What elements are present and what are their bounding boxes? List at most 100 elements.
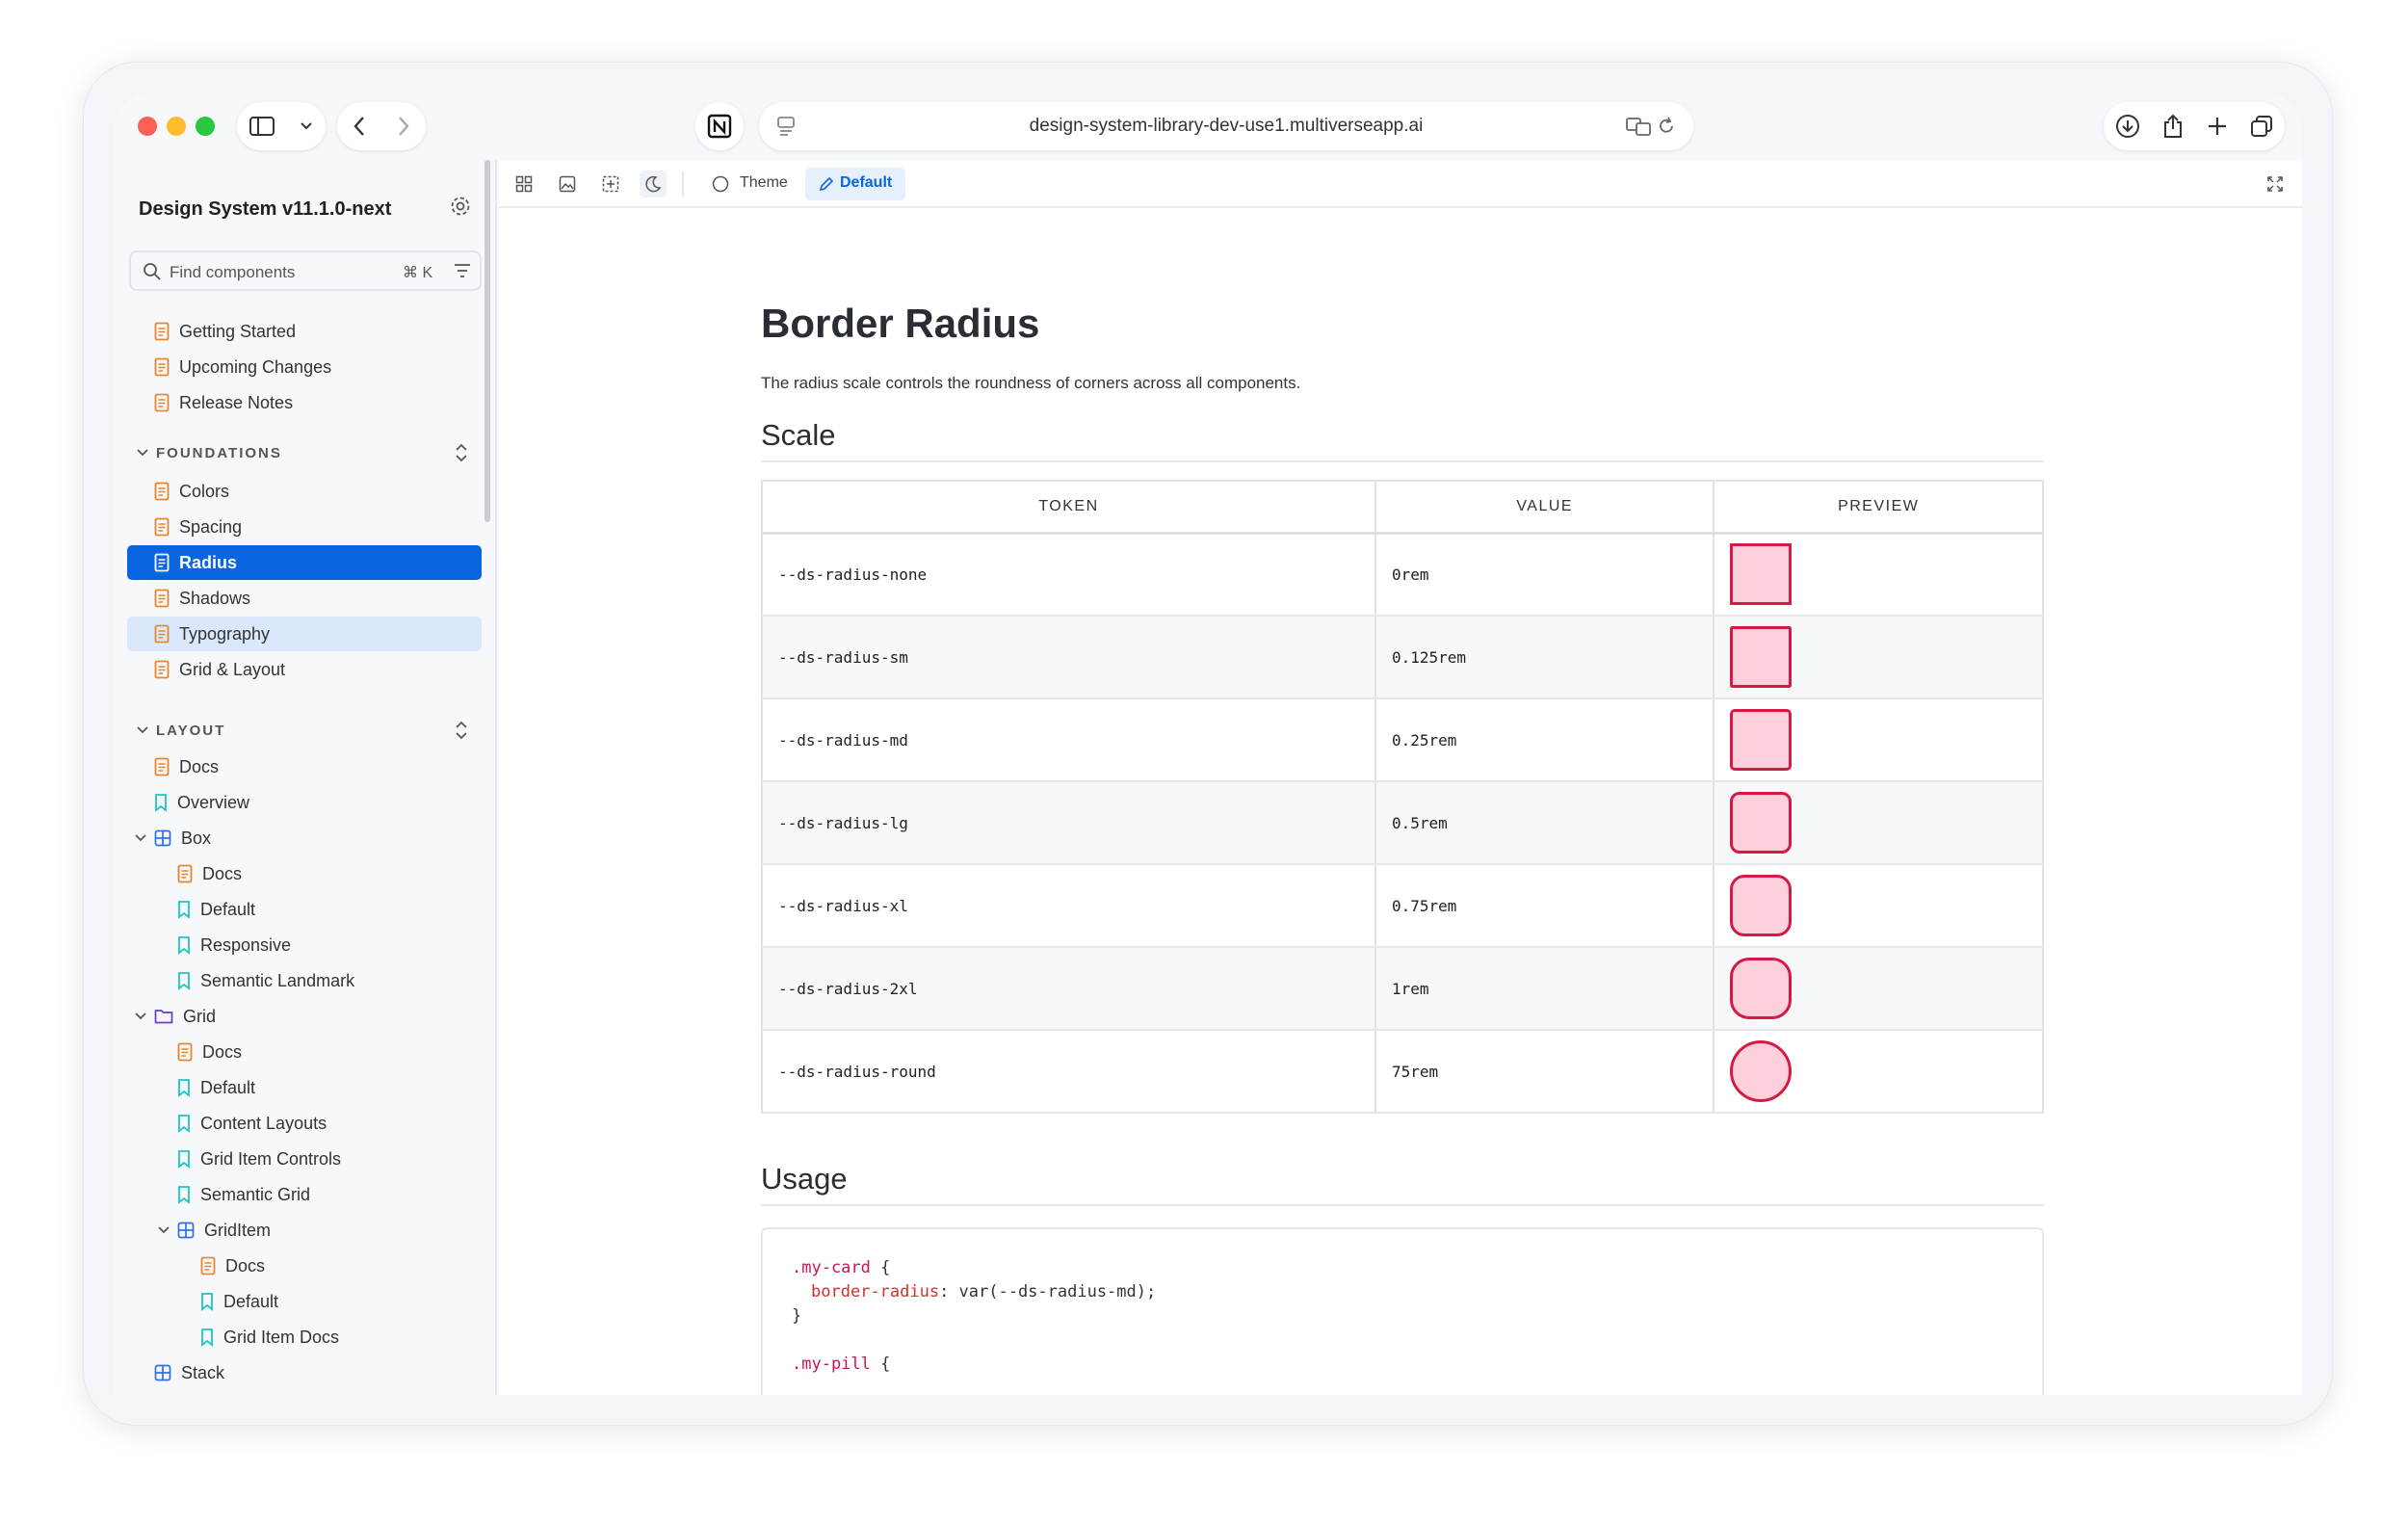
filter-icon[interactable] (453, 262, 472, 279)
value-cell: 0.75rem (1374, 864, 1715, 948)
sidebar-item-spacing[interactable]: Spacing (127, 510, 482, 544)
document-icon (154, 589, 170, 608)
chevron-down-icon[interactable] (135, 834, 146, 842)
navigation-buttons (337, 102, 426, 150)
token-cell: --ds-radius-round (762, 1030, 1376, 1114)
back-arrow-icon[interactable] (353, 116, 366, 137)
search-icon (143, 262, 162, 281)
token-cell: --ds-radius-none (762, 533, 1376, 617)
minimize-window-button[interactable] (167, 117, 186, 136)
notion-extension-button[interactable] (695, 102, 744, 150)
new-tab-icon[interactable] (2207, 116, 2228, 137)
outline-icon[interactable] (597, 171, 624, 197)
tab-overview-icon[interactable] (2250, 115, 2273, 138)
bookmark-icon (177, 900, 191, 919)
document-icon (154, 553, 170, 572)
token-cell: --ds-radius-2xl (762, 947, 1376, 1031)
preview-cell (1714, 781, 2044, 865)
sidebar-item-release-notes[interactable]: Release Notes (127, 385, 482, 420)
canvas-toolbar: Theme Default (499, 160, 2302, 208)
value-cell: 1rem (1374, 947, 1715, 1031)
sidebar-item-griditem[interactable]: GridItem (127, 1213, 482, 1248)
radius-preview-swatch (1730, 792, 1793, 854)
sidebar-item-shadows[interactable]: Shadows (127, 581, 482, 616)
browser-actions (2104, 102, 2285, 150)
sidebar-scrollbar[interactable] (484, 160, 490, 522)
scale-heading: Scale (761, 418, 2044, 462)
sidebar-item-docs[interactable]: Docs (127, 749, 482, 784)
download-icon[interactable] (2115, 114, 2140, 139)
pencil-icon (813, 171, 840, 197)
sidebar-item-upcoming-changes[interactable]: Upcoming Changes (127, 350, 482, 384)
dark-mode-icon[interactable] (640, 171, 667, 197)
value-cell: 0.125rem (1374, 616, 1715, 699)
image-icon[interactable] (554, 171, 581, 197)
code-line: .my-card { (792, 1258, 891, 1277)
address-bar[interactable]: design-system-library-dev-use1.multivers… (759, 102, 1693, 150)
folder-icon (154, 1009, 173, 1024)
reload-icon[interactable] (1657, 116, 1676, 137)
gear-icon[interactable] (449, 195, 472, 218)
sidebar-item-grid[interactable]: Grid (127, 999, 482, 1034)
sidebar-item-box[interactable]: Box (127, 821, 482, 855)
chevron-down-icon[interactable] (158, 1226, 170, 1234)
sidebar-item-default[interactable]: Default (127, 892, 482, 927)
fullscreen-icon[interactable] (2262, 171, 2289, 197)
group-header-foundations[interactable]: FOUNDATIONS (127, 438, 482, 467)
sidebar-item-colors[interactable]: Colors (127, 474, 482, 509)
group-header-layout[interactable]: LAYOUT (127, 716, 482, 745)
main-content: Theme Default Border Radius The radius s… (499, 160, 2302, 1395)
document-icon (154, 322, 170, 341)
sidebar-item-default[interactable]: Default (127, 1070, 482, 1105)
expand-collapse-icon[interactable] (455, 721, 468, 740)
expand-collapse-icon[interactable] (455, 443, 468, 462)
bookmark-icon (177, 935, 191, 955)
document-icon (154, 660, 170, 679)
chevron-down-icon[interactable] (300, 121, 313, 131)
sidebar-item-grid-and-layout[interactable]: Grid & Layout (127, 652, 482, 687)
share-icon[interactable] (2162, 114, 2184, 139)
sidebar-item-grid-item-docs[interactable]: Grid Item Docs (127, 1320, 482, 1354)
radius-preview-swatch (1730, 958, 1793, 1019)
sidebar-item-typography[interactable]: Typography (127, 617, 482, 651)
sidebar-icon[interactable] (249, 117, 275, 136)
translate-icon[interactable] (1626, 116, 1651, 137)
forward-arrow-icon[interactable] (397, 116, 410, 137)
zoom-window-button[interactable] (196, 117, 215, 136)
sidebar-item-content-layouts[interactable]: Content Layouts (127, 1106, 482, 1141)
document-icon (154, 757, 170, 776)
sidebar-item-overview[interactable]: Overview (127, 785, 482, 820)
sidebar-item-docs[interactable]: Docs (127, 856, 482, 891)
sidebar-item-stack[interactable]: Stack (127, 1355, 482, 1390)
token-cell: --ds-radius-lg (762, 781, 1376, 865)
page-title: Border Radius (761, 301, 1040, 346)
bookmark-icon (200, 1328, 214, 1347)
table-row: --ds-radius-round 75rem (762, 1030, 2044, 1114)
sidebar-item-default[interactable]: Default (127, 1284, 482, 1319)
sidebar-item-responsive[interactable]: Responsive (127, 928, 482, 962)
sidebar-item-semantic-landmark[interactable]: Semantic Landmark (127, 963, 482, 998)
search-input[interactable]: Find components ⌘ K (129, 250, 482, 291)
table-row: --ds-radius-md 0.25rem (762, 698, 2044, 782)
preview-cell (1714, 616, 2044, 699)
table-row: --ds-radius-none 0rem (762, 533, 2044, 617)
sidebar-item-radius[interactable]: Radius (127, 545, 482, 580)
sidebar-item-docs[interactable]: Docs (127, 1249, 482, 1283)
chevron-down-icon[interactable] (135, 1012, 146, 1020)
theme-label[interactable]: Theme (740, 174, 788, 192)
grid-view-icon[interactable] (510, 171, 537, 197)
theme-circle-icon[interactable] (707, 171, 734, 197)
column-header-preview: PREVIEW (1714, 481, 2044, 535)
column-header-token: TOKEN (762, 481, 1376, 535)
bookmark-icon (177, 1114, 191, 1133)
sidebar-item-docs[interactable]: Docs (127, 1035, 482, 1069)
bookmark-icon (200, 1292, 214, 1311)
value-cell: 0.25rem (1374, 698, 1715, 782)
document-icon (200, 1256, 216, 1275)
sidebar-toggle-group (237, 102, 326, 150)
sidebar-item-getting-started[interactable]: Getting Started (127, 314, 482, 349)
close-window-button[interactable] (138, 117, 157, 136)
sidebar-item-semantic-grid[interactable]: Semantic Grid (127, 1177, 482, 1212)
sidebar-item-grid-item-controls[interactable]: Grid Item Controls (127, 1142, 482, 1176)
component-icon (154, 1364, 171, 1381)
